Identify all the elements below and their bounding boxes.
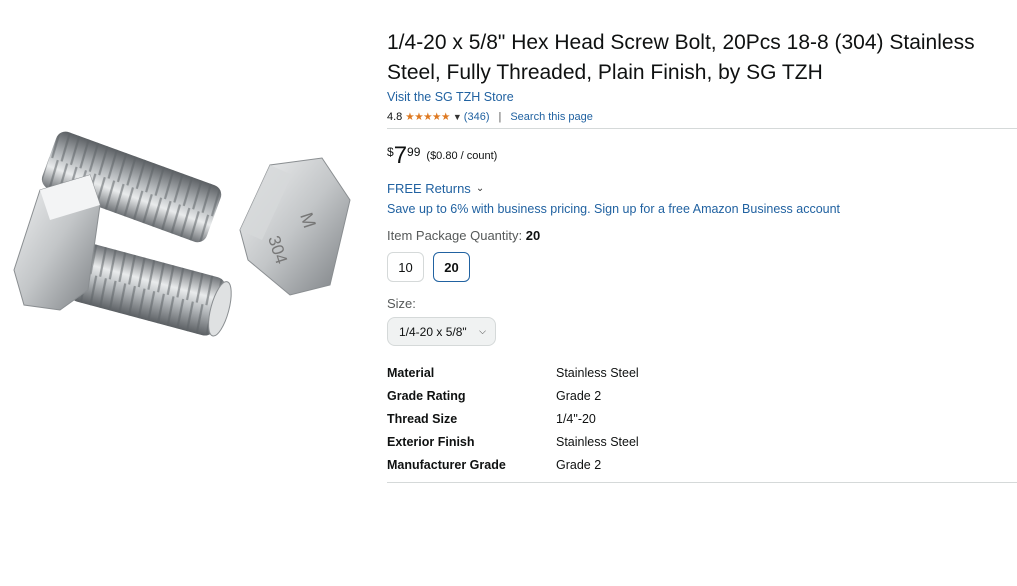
spec-value: Grade 2 [556,388,602,403]
quantity-option-10[interactable]: 10 [387,252,424,282]
size-dropdown[interactable]: 1/4-20 x 5/8" ⌵ [387,317,496,346]
product-title: 1/4-20 x 5/8" Hex Head Screw Bolt, 20Pcs… [387,31,975,84]
spec-key: Exterior Finish [387,435,475,450]
chevron-down-icon: ⌄ [475,183,485,194]
bolt-image: M 304 [13,131,351,337]
store-link[interactable]: Visit the SG TZH Store [387,89,514,106]
spec-value: Stainless Steel [556,365,639,380]
table-row: Material Stainless Steel [387,361,639,384]
review-count-link[interactable]: (346) [464,111,490,123]
product-detail: 1/4-20 x 5/8" Hex Head Screw Bolt, 20Pcs… [387,28,1017,483]
rating-value: 4.8 [387,111,403,123]
quantity-label: Item Package Quantity: 20 [387,228,1017,243]
chevron-down-icon: ⌵ [479,326,486,336]
spec-key: Grade Rating [387,388,466,403]
spec-value: 1/4"-20 [556,411,596,426]
table-row: Exterior Finish Stainless Steel [387,431,639,454]
chevron-down-icon[interactable]: ▼ [453,112,462,122]
divider-line [387,481,1017,483]
price-fraction: 99 [407,145,421,159]
spec-value: Stainless Steel [556,435,639,450]
price-whole: 7 [393,142,408,169]
price: $ 7 99 ($0.80 / count) [387,144,1017,170]
specs-table: Material Stainless Steel Grade Rating Gr… [387,361,639,477]
quantity-label-text: Item Package Quantity: [387,228,523,243]
divider-line [387,128,1017,129]
business-pricing-link[interactable]: Save up to 6% with business pricing. Sig… [387,202,1017,216]
quantity-selected-value: 20 [525,228,541,243]
product-image[interactable]: M 304 [0,120,372,420]
quantity-option-20[interactable]: 20 [433,252,470,282]
spec-key: Material [387,365,435,380]
table-row: Manufacturer Grade Grade 2 [387,454,639,477]
price-symbol: $ [387,145,394,159]
spec-value: Grade 2 [556,458,602,473]
search-page-link[interactable]: Search this page [510,111,593,123]
size-label: Size: [387,296,416,311]
rating-row: 4.8 ★★★★★ ▼ (346) | Search this page [387,109,1017,125]
quantity-options: 10 20 [387,252,1017,282]
divider: | [498,111,502,123]
free-returns-link[interactable]: FREE Returns ⌄ [387,181,484,196]
table-row: Thread Size 1/4"-20 [387,407,639,430]
size-selected-value: 1/4-20 x 5/8" [399,324,467,339]
spec-key: Thread Size [387,411,458,426]
unit-price: ($0.80 / count) [426,150,498,162]
star-rating-icon[interactable]: ★★★★★ [405,111,450,123]
free-returns-label: FREE Returns [387,181,471,196]
table-row: Grade Rating Grade 2 [387,384,639,407]
spec-key: Manufacturer Grade [387,458,506,473]
